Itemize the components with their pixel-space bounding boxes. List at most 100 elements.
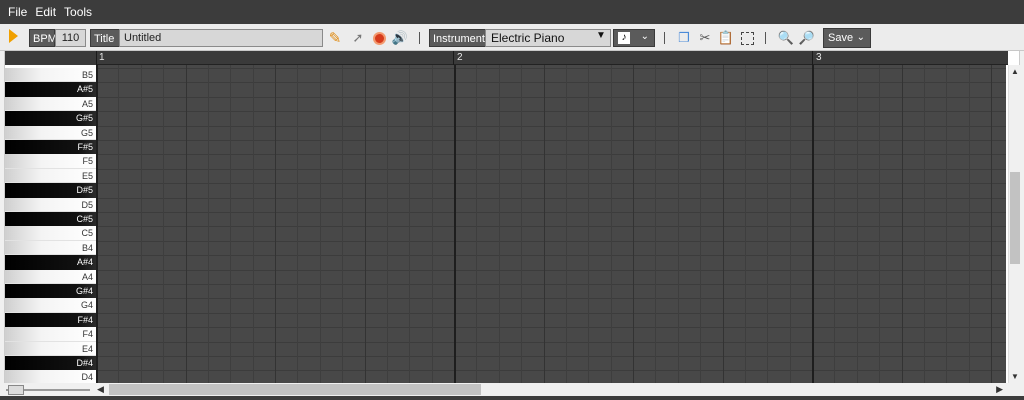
- grid-column-line: [901, 65, 903, 383]
- instrument-label: Instrument: [429, 29, 486, 47]
- piano-key[interactable]: A#4: [5, 255, 96, 270]
- bar-marker: [812, 51, 813, 65]
- bar-marker: [96, 51, 97, 65]
- grid-column-line: [677, 65, 679, 383]
- piano-key[interactable]: B4: [5, 240, 96, 256]
- scroll-left-arrow-icon[interactable]: ◀: [97, 383, 104, 396]
- grid-column-line: [923, 65, 925, 383]
- menu-bar: File Edit Tools: [0, 0, 1024, 24]
- grid-column-line: [185, 65, 187, 383]
- select-all-icon[interactable]: [739, 30, 755, 46]
- piano-keyboard: B5 A#5 A5 G#5 G5 F#5 F5 E5 D#5 D5 C#5 C5 B4 A#4 A4 G#4 G…: [5, 65, 96, 383]
- instrument-select[interactable]: Electric Piano: [485, 29, 611, 47]
- piano-key[interactable]: D5: [5, 197, 96, 212]
- piano-key[interactable]: F#4: [5, 312, 96, 328]
- pencil-icon[interactable]: ✎: [327, 30, 343, 47]
- grid-column-line: [386, 65, 388, 383]
- record-icon[interactable]: [371, 30, 387, 46]
- scroll-right-arrow-icon[interactable]: ▶: [996, 383, 1003, 396]
- music-note-icon: ♪: [618, 32, 630, 44]
- grid-column-line: [364, 65, 366, 383]
- piano-key[interactable]: D#4: [5, 356, 96, 371]
- zoom-out-icon[interactable]: 🔎: [799, 30, 815, 46]
- piano-key[interactable]: A#5: [5, 82, 96, 97]
- bpm-label: BPM: [29, 29, 57, 47]
- chevron-down-icon: ⌄: [640, 31, 649, 42]
- grid-column-line: [812, 65, 814, 383]
- vertical-scroll-thumb[interactable]: [1010, 172, 1020, 264]
- grid-row-line: [96, 183, 1006, 185]
- save-button[interactable]: Save ⌄: [823, 28, 871, 48]
- scroll-up-arrow-icon[interactable]: ▲: [1011, 67, 1019, 76]
- grid-column-line: [431, 65, 433, 383]
- piano-key[interactable]: D#5: [5, 183, 96, 198]
- grid-column-line: [610, 65, 612, 383]
- grid-row-line: [96, 269, 1006, 271]
- bar-number: 2: [457, 52, 463, 63]
- piano-key[interactable]: G5: [5, 125, 96, 140]
- menu-file[interactable]: File: [8, 5, 27, 19]
- grid-column-line: [498, 65, 500, 383]
- grid-column-line: [454, 65, 456, 383]
- grid-row-line: [96, 82, 1006, 84]
- grid-column-line: [543, 65, 545, 383]
- bpm-input[interactable]: 110: [55, 29, 86, 47]
- piano-key[interactable]: A4: [5, 269, 96, 284]
- grid-column-line: [118, 65, 120, 383]
- grid-column-line: [991, 65, 992, 383]
- piano-key[interactable]: E4: [5, 341, 96, 356]
- piano-key[interactable]: F5: [5, 154, 96, 169]
- piano-key[interactable]: G4: [5, 298, 96, 313]
- pointer-icon[interactable]: ➚: [350, 30, 366, 46]
- bar-marker: [453, 51, 454, 65]
- scroll-down-arrow-icon[interactable]: ▼: [1011, 372, 1019, 381]
- piano-key[interactable]: A5: [5, 96, 96, 112]
- speaker-icon[interactable]: 🔊: [392, 30, 408, 46]
- slider-thumb[interactable]: [8, 385, 24, 395]
- grid-column-line: [319, 65, 321, 383]
- piano-key[interactable]: D4: [5, 370, 96, 383]
- grid-column-line: [744, 65, 746, 383]
- piano-key[interactable]: C#5: [5, 212, 96, 227]
- grid-row-line: [96, 154, 1006, 156]
- grid-row-line: [96, 111, 1006, 113]
- play-icon[interactable]: [9, 29, 18, 43]
- vertical-scrollbar[interactable]: ▲ ▼: [1008, 65, 1021, 383]
- menu-tools[interactable]: Tools: [64, 5, 92, 19]
- note-grid[interactable]: [96, 65, 1006, 383]
- grid-row-line: [96, 255, 1006, 257]
- menu-edit[interactable]: Edit: [35, 5, 56, 19]
- toolbar-divider: [765, 32, 766, 44]
- piano-key[interactable]: F#5: [5, 140, 96, 155]
- piano-key[interactable]: G#5: [5, 111, 96, 126]
- grid-row-line: [96, 96, 1006, 98]
- copy-icon[interactable]: ❐: [676, 30, 692, 46]
- timeline-ruler[interactable]: 1 2 3: [96, 51, 1008, 65]
- instrument-options-button[interactable]: ♪ ⌄: [613, 29, 655, 47]
- piano-key[interactable]: E5: [5, 168, 96, 184]
- grid-row-line: [96, 68, 1006, 69]
- cut-icon[interactable]: ✂: [697, 30, 713, 46]
- horizontal-scroll-thumb[interactable]: [109, 384, 481, 395]
- piano-key[interactable]: G#4: [5, 284, 96, 299]
- chevron-down-icon: ⌄: [856, 32, 865, 43]
- title-label: Title: [90, 29, 120, 47]
- grid-column-line: [140, 65, 142, 383]
- paste-icon[interactable]: 📋: [718, 30, 734, 46]
- piano-key[interactable]: B5: [5, 68, 96, 83]
- grid-column-line: [834, 65, 836, 383]
- dropdown-arrow-icon[interactable]: ▼: [596, 30, 606, 41]
- grid-column-line: [96, 65, 98, 383]
- grid-row-line: [96, 370, 1006, 372]
- piano-key[interactable]: C5: [5, 226, 96, 241]
- horizontal-scrollbar[interactable]: ◀ ▶: [95, 383, 1007, 396]
- grid-column-line: [856, 65, 858, 383]
- grid-column-line: [879, 65, 881, 383]
- title-input[interactable]: Untitled: [119, 29, 323, 47]
- zoom-in-icon[interactable]: 🔍: [778, 30, 794, 46]
- grid-column-line: [722, 65, 724, 383]
- piano-key[interactable]: F4: [5, 327, 96, 342]
- save-label: Save: [828, 32, 854, 44]
- zoom-slider[interactable]: [6, 385, 90, 395]
- grid-row-line: [96, 212, 1006, 213]
